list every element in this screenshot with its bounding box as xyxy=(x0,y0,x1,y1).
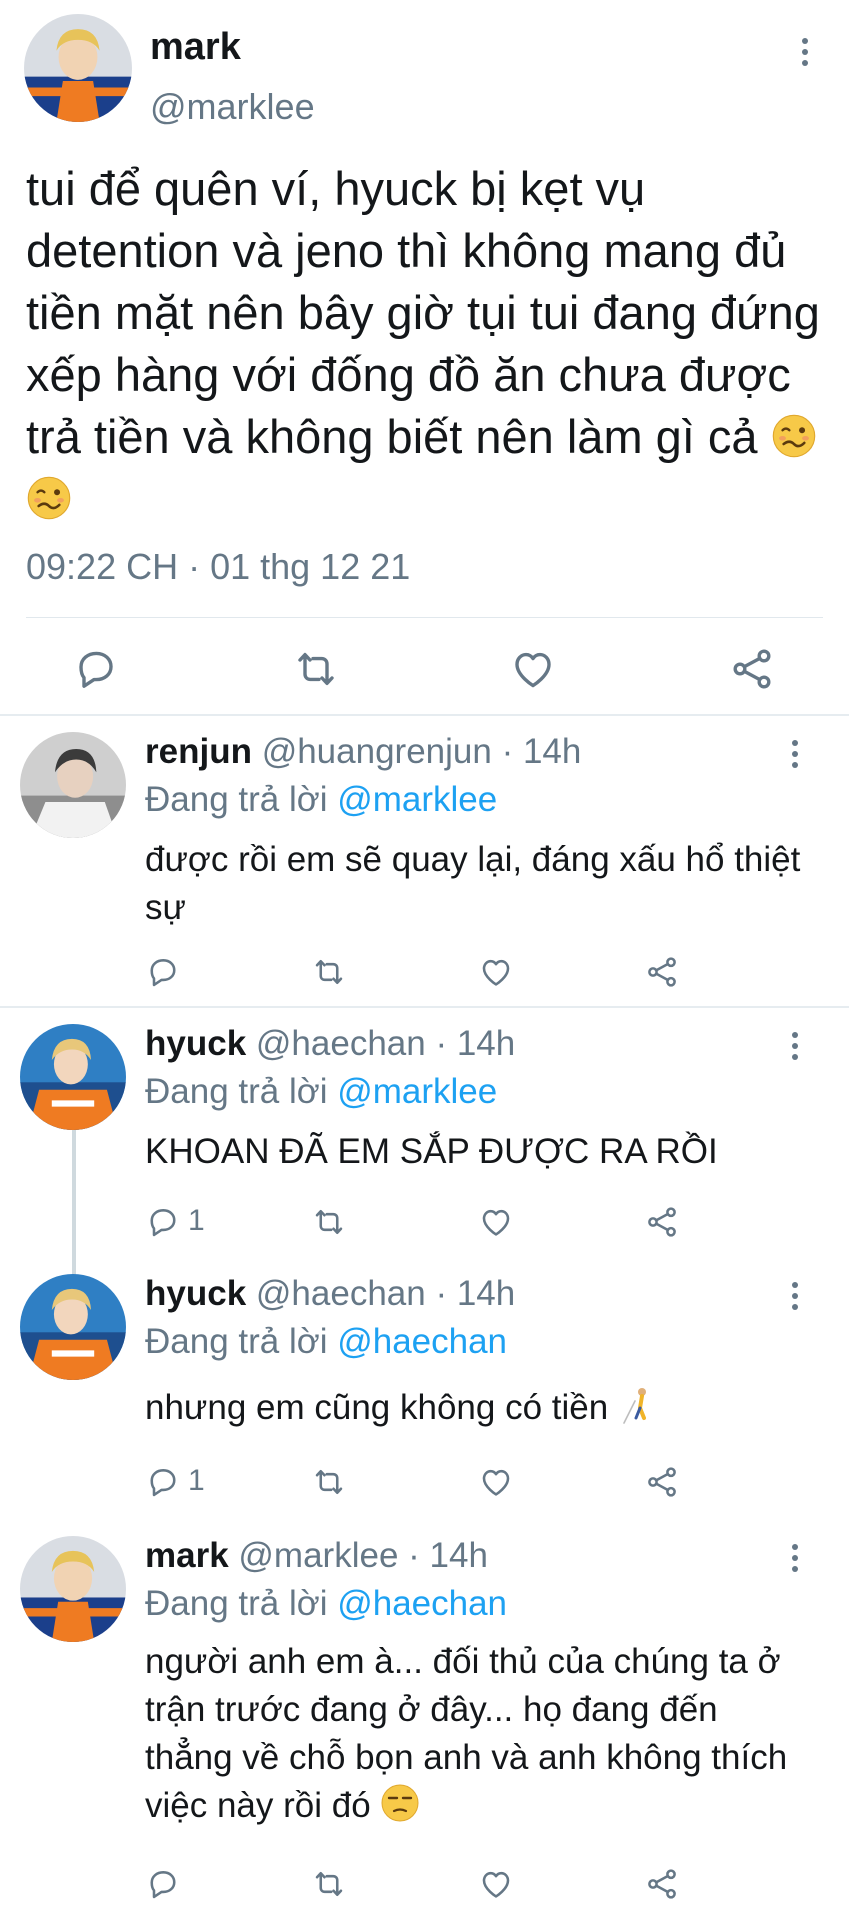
replying-to: Đang trả lời @haechan xyxy=(145,1584,507,1624)
share-icon[interactable] xyxy=(644,1204,680,1240)
retweet-icon[interactable] xyxy=(311,954,347,990)
replying-label: Đang trả lời xyxy=(145,1322,328,1361)
mention-link[interactable]: @haechan xyxy=(337,1584,507,1623)
reply-count: 1 xyxy=(188,1204,205,1237)
author-handle[interactable]: @marklee xyxy=(238,1536,398,1575)
retweet-icon[interactable] xyxy=(311,1866,347,1902)
like-icon[interactable] xyxy=(478,1204,514,1240)
reply-text-body: nhưng em cũng không có tiền xyxy=(145,1388,609,1427)
reply-icon[interactable] xyxy=(145,1464,181,1500)
avatar[interactable] xyxy=(20,1024,126,1130)
reply-icon[interactable] xyxy=(145,1204,181,1240)
author-handle[interactable]: @huangrenjun xyxy=(262,732,492,771)
reply-count: 1 xyxy=(188,1464,205,1497)
reply-tweet[interactable]: mark @marklee · 14h Đang trả lời @haecha… xyxy=(0,1520,849,1920)
reply-tweet[interactable]: hyuck @haechan · 14h Đang trả lời @haech… xyxy=(0,1258,849,1520)
author-name[interactable]: mark xyxy=(150,26,241,69)
tweet-text: tui để quên ví, hyuck bị kẹt vụ detentio… xyxy=(26,158,826,530)
reply-time: · 14h xyxy=(435,1024,516,1063)
retweet-icon[interactable] xyxy=(292,645,340,693)
mention-link[interactable]: @marklee xyxy=(337,1072,497,1111)
more-options-icon[interactable] xyxy=(780,734,810,774)
replying-label: Đang trả lời xyxy=(145,780,328,819)
replying-label: Đang trả lời xyxy=(145,1072,328,1111)
like-icon[interactable] xyxy=(509,645,557,693)
share-icon[interactable] xyxy=(644,954,680,990)
main-tweet: mark @marklee tui để quên ví, hyuck bị k… xyxy=(0,0,849,716)
like-icon[interactable] xyxy=(478,1866,514,1902)
reply-time: · 14h xyxy=(435,1274,516,1313)
woozy-face-emoji xyxy=(26,475,72,521)
replying-to: Đang trả lời @marklee xyxy=(145,780,497,820)
woozy-face-emoji xyxy=(771,413,817,459)
retweet-icon[interactable] xyxy=(311,1204,347,1240)
reply-time: · 14h xyxy=(501,732,582,771)
reply-tweet[interactable]: hyuck @haechan · 14h Đang trả lời @markl… xyxy=(0,1008,849,1258)
reply-text-body: người anh em à... đối thủ của chúng ta ở… xyxy=(145,1642,788,1825)
reply-tweet[interactable]: renjun @huangrenjun · 14h Đang trả lời @… xyxy=(0,716,849,1008)
share-icon[interactable] xyxy=(644,1464,680,1500)
mention-link[interactable]: @haechan xyxy=(337,1322,507,1361)
reply-text: người anh em à... đối thủ của chúng ta ở… xyxy=(145,1638,805,1830)
like-icon[interactable] xyxy=(478,954,514,990)
author-name[interactable]: renjun xyxy=(145,732,252,771)
more-options-icon[interactable] xyxy=(790,32,820,72)
avatar[interactable] xyxy=(20,732,126,838)
like-icon[interactable] xyxy=(478,1464,514,1500)
more-options-icon[interactable] xyxy=(780,1276,810,1316)
share-icon[interactable] xyxy=(644,1866,680,1902)
avatar[interactable] xyxy=(24,14,132,122)
reply-text: KHOAN ĐÃ EM SẮP ĐƯỢC RA RỒI xyxy=(145,1132,718,1171)
reply-icon[interactable] xyxy=(72,645,120,693)
tweet-timestamp: 09:22 CH · 01 thg 12 21 xyxy=(26,546,411,587)
author-name[interactable]: mark xyxy=(145,1536,229,1575)
replying-to: Đang trả lời @haechan xyxy=(145,1322,507,1362)
avatar[interactable] xyxy=(20,1274,126,1380)
replying-label: Đang trả lời xyxy=(145,1584,328,1623)
avatar[interactable] xyxy=(20,1536,126,1642)
reply-time: · 14h xyxy=(408,1536,488,1575)
reply-icon[interactable] xyxy=(145,1866,181,1902)
reply-text: nhưng em cũng không có tiền xyxy=(145,1384,805,1432)
author-handle[interactable]: @marklee xyxy=(150,86,315,128)
more-options-icon[interactable] xyxy=(780,1026,810,1066)
person-with-cane-emoji xyxy=(618,1385,658,1425)
replying-to: Đang trả lời @marklee xyxy=(145,1072,497,1112)
reply-text: được rồi em sẽ quay lại, đáng xấu hổ thi… xyxy=(145,840,801,927)
author-handle[interactable]: @haechan xyxy=(256,1024,426,1063)
retweet-icon[interactable] xyxy=(311,1464,347,1500)
share-icon[interactable] xyxy=(728,645,776,693)
reply-icon[interactable] xyxy=(145,954,181,990)
unamused-face-emoji xyxy=(380,1783,420,1823)
author-name[interactable]: hyuck xyxy=(145,1024,246,1063)
mention-link[interactable]: @marklee xyxy=(337,780,497,819)
divider xyxy=(26,617,823,618)
author-handle[interactable]: @haechan xyxy=(256,1274,426,1313)
tweet-text-body: tui để quên ví, hyuck bị kẹt vụ detentio… xyxy=(26,162,820,463)
author-name[interactable]: hyuck xyxy=(145,1274,246,1313)
more-options-icon[interactable] xyxy=(780,1538,810,1578)
